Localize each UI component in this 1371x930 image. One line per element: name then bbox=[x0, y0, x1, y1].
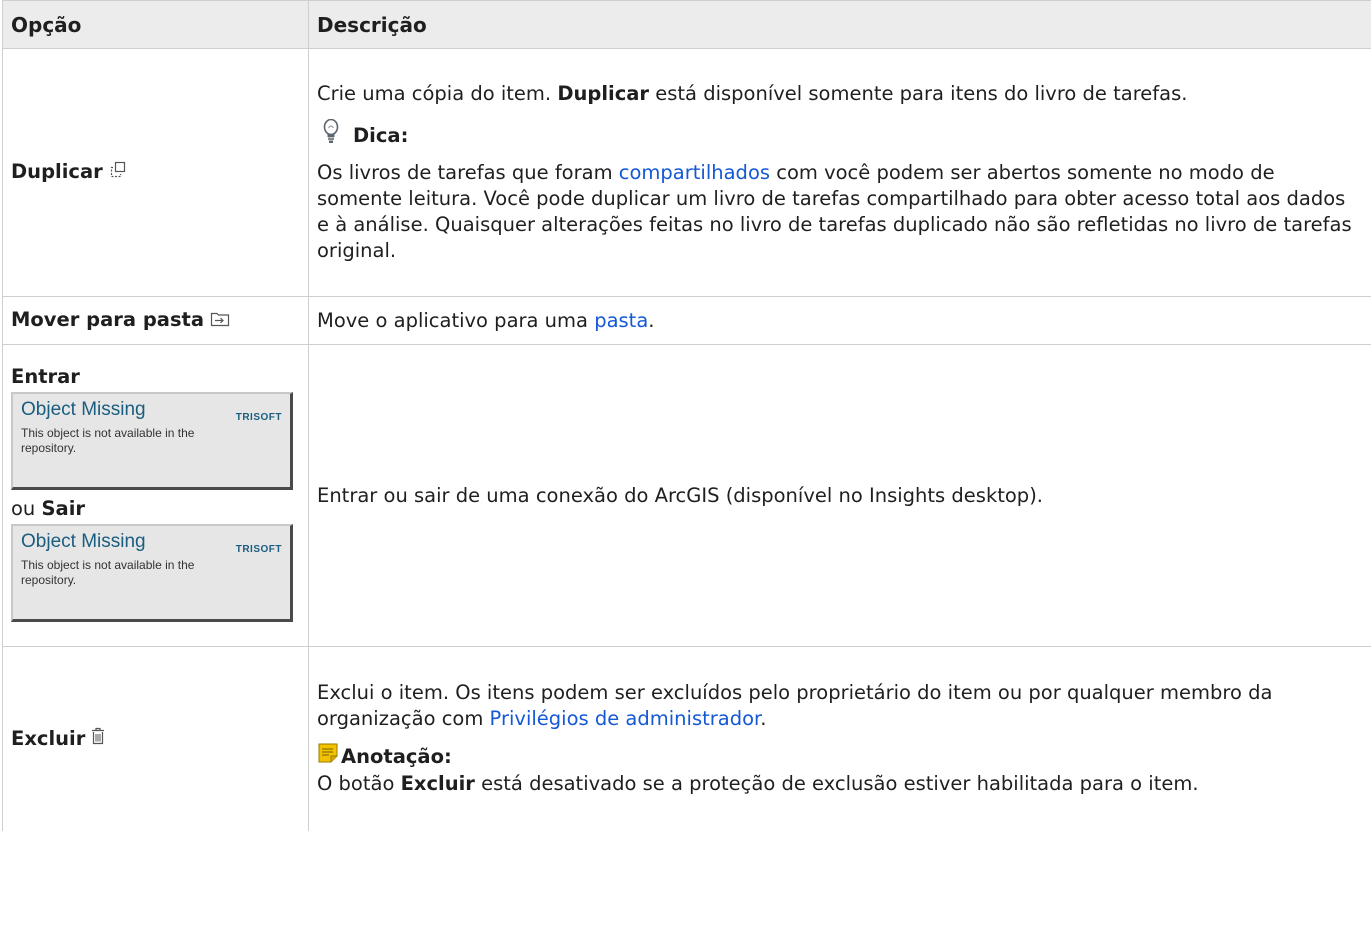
tip-title: Dica: bbox=[353, 123, 409, 147]
or-text: ou bbox=[11, 496, 42, 520]
lightbulb-icon bbox=[317, 118, 353, 152]
note-heading: Anotação: bbox=[317, 742, 1361, 771]
description-cell-move: Move o aplicativo para uma pasta. bbox=[308, 296, 1371, 345]
description-cell-signin: Entrar ou sair de uma conexão do ArcGIS … bbox=[308, 344, 1371, 647]
description-cell-delete: Exclui o item. Os itens podem ser excluí… bbox=[308, 646, 1371, 831]
trisoft-logo: TRISOFT bbox=[235, 411, 282, 423]
link-folder[interactable]: pasta bbox=[594, 309, 648, 332]
description-text: . bbox=[760, 707, 767, 731]
option-cell-delete: Excluir bbox=[2, 646, 309, 831]
note-body: O botão Excluir está desativado se a pro… bbox=[317, 771, 1361, 797]
move-to-folder-icon bbox=[210, 308, 230, 334]
trash-icon bbox=[91, 726, 105, 752]
column-header-description: Descrição bbox=[308, 0, 1371, 49]
description-cell-duplicate: Crie uma cópia do item. Duplicar está di… bbox=[308, 48, 1371, 297]
description-text: Exclui o item. Os itens podem ser excluí… bbox=[317, 681, 1273, 731]
option-label-delete: Excluir bbox=[11, 726, 86, 750]
missing-object-text: This object is not available in the repo… bbox=[21, 425, 195, 455]
description-bold: Duplicar bbox=[557, 82, 650, 105]
table-row-duplicate: Duplicar Crie uma cópia do item. Duplica… bbox=[2, 48, 1371, 297]
description-text: está disponível somente para itens do li… bbox=[649, 82, 1188, 105]
option-label-move: Mover para pasta bbox=[11, 308, 205, 332]
options-table: Opção Descrição Duplicar Crie uma cópia … bbox=[2, 0, 1371, 831]
missing-object-image: Object Missing TRISOFT This object is no… bbox=[11, 391, 293, 490]
link-admin-privileges[interactable]: Privilégios de administrador bbox=[490, 707, 761, 730]
tip-body: Os livros de tarefas que foram compartil… bbox=[317, 160, 1361, 264]
tip-heading: Dica: bbox=[317, 118, 1361, 152]
link-shared[interactable]: compartilhados bbox=[619, 161, 770, 184]
note-icon bbox=[317, 742, 341, 771]
note-text: O botão bbox=[317, 772, 401, 796]
trisoft-logo: TRISOFT bbox=[235, 543, 282, 555]
column-header-option: Opção bbox=[2, 0, 309, 49]
option-label-signout: Sair bbox=[41, 496, 86, 520]
table-row-move: Mover para pasta Move o aplicativo para … bbox=[2, 296, 1371, 345]
description-delete: Exclui o item. Os itens podem ser excluí… bbox=[317, 680, 1361, 732]
note-text: está desativado se a proteção de exclusã… bbox=[474, 772, 1199, 796]
option-cell-duplicate: Duplicar bbox=[2, 48, 309, 297]
description-duplicate: Crie uma cópia do item. Duplicar está di… bbox=[317, 81, 1361, 107]
description-text: Move o aplicativo para uma bbox=[317, 308, 595, 332]
option-label-duplicate: Duplicar bbox=[11, 160, 103, 184]
option-label-signout-line: ou Sair bbox=[11, 496, 298, 522]
table-header-row: Opção Descrição bbox=[2, 0, 1371, 49]
missing-object-image: Object Missing TRISOFT This object is no… bbox=[11, 523, 293, 622]
option-cell-move: Mover para pasta bbox=[2, 296, 309, 345]
note-bold: Excluir bbox=[400, 772, 475, 796]
option-cell-signin: Entrar Object Missing TRISOFT This objec… bbox=[2, 344, 309, 647]
option-label-signin: Entrar bbox=[11, 364, 80, 388]
missing-object-text: This object is not available in the repo… bbox=[21, 557, 195, 587]
description-text: Crie uma cópia do item. bbox=[317, 82, 558, 105]
table-row-signin: Entrar Object Missing TRISOFT This objec… bbox=[2, 344, 1371, 647]
duplicate-icon bbox=[109, 160, 127, 186]
table-row-delete: Excluir Exclui o item. Os itens podem se… bbox=[2, 646, 1371, 831]
note-title: Anotação: bbox=[341, 744, 452, 768]
tip-text: Os livros de tarefas que foram bbox=[317, 161, 619, 184]
description-text: . bbox=[648, 308, 655, 332]
